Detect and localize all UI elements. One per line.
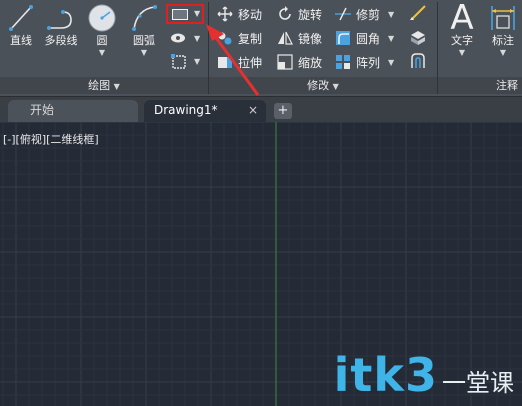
tab-start[interactable]: 开始 (8, 100, 138, 122)
tab-start-label: 开始 (30, 103, 55, 117)
watermark-latin: itk3 (333, 348, 438, 402)
watermark-chinese: 一堂课 (442, 369, 514, 397)
new-tab-button[interactable]: + (274, 103, 292, 119)
drawing-canvas[interactable]: [-][俯视][二维线框] itk3 一堂课 (0, 122, 522, 406)
close-tab-icon[interactable]: × (248, 100, 258, 120)
viewport-controls-label[interactable]: [-][俯视][二维线框] (3, 131, 99, 147)
tab-drawing1[interactable]: Drawing1* × (144, 100, 266, 122)
document-tab-bar: 开始 Drawing1* × + (0, 96, 522, 122)
tab-drawing1-label: Drawing1* (154, 103, 218, 117)
watermark: itk3 一堂课 (334, 348, 514, 402)
